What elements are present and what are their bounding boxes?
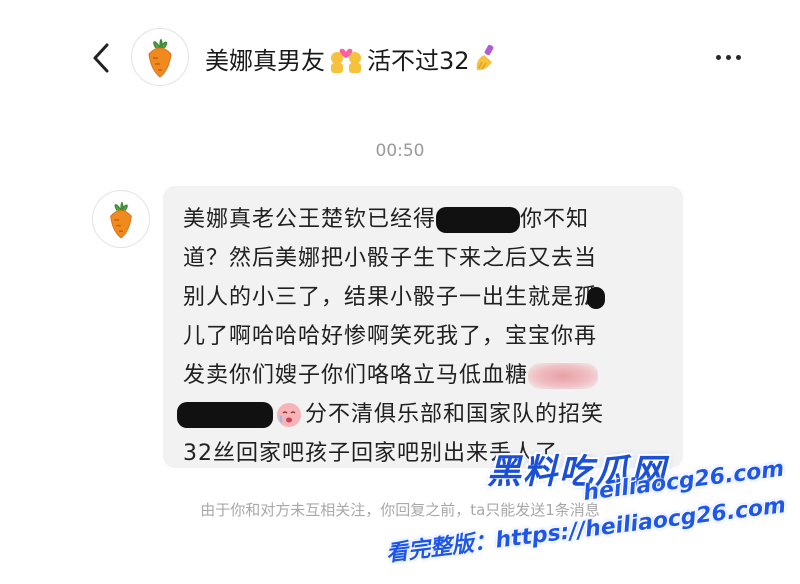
message-line: 发卖你们嫂子你们咯咯立马低血糖 (183, 356, 665, 395)
carrot-icon (148, 39, 172, 78)
message-line: 别人的小三了，结果小骰子一出生就是孤 (183, 278, 665, 317)
chat-header: 美娜真男友 活不过32 (0, 0, 800, 112)
crying-face-emoji-icon (277, 403, 301, 427)
carrot-icon (110, 202, 132, 239)
more-dots-icon (715, 54, 721, 60)
couple-emoji-icon (331, 48, 361, 73)
message-line: 道？然后美娜把小骰子生下来之后又去当 (183, 246, 598, 271)
redaction-mark (587, 287, 606, 309)
redaction-mark (528, 363, 599, 389)
back-button[interactable] (86, 38, 116, 78)
chevron-left-icon (93, 43, 109, 73)
redaction-mark (177, 402, 273, 428)
message-line: 分不清俱乐部和国家队的招笑 (177, 395, 665, 434)
message-timestamp: 00:50 (375, 141, 425, 161)
redaction-mark (436, 207, 521, 233)
title-text-1: 美娜真男友 (205, 46, 325, 75)
message-line: 美娜真老公王楚钦已经得 你不知 (183, 207, 590, 233)
sender-avatar[interactable] (92, 190, 150, 248)
avatar[interactable] (131, 28, 189, 86)
nail-polish-icon (476, 44, 493, 71)
chat-title: 美娜真男友 活不过32 (205, 40, 504, 76)
message-bubble[interactable]: 美娜真老公王楚钦已经得 你不知 道？然后美娜把小骰子生下来之后又去当 别人的小三了… (163, 186, 683, 468)
more-options-button[interactable] (710, 45, 746, 69)
message-line: 儿了啊哈哈哈好惨啊笑死我了，宝宝你再 (183, 324, 598, 349)
title-text-2: 活不过32 (367, 46, 470, 75)
